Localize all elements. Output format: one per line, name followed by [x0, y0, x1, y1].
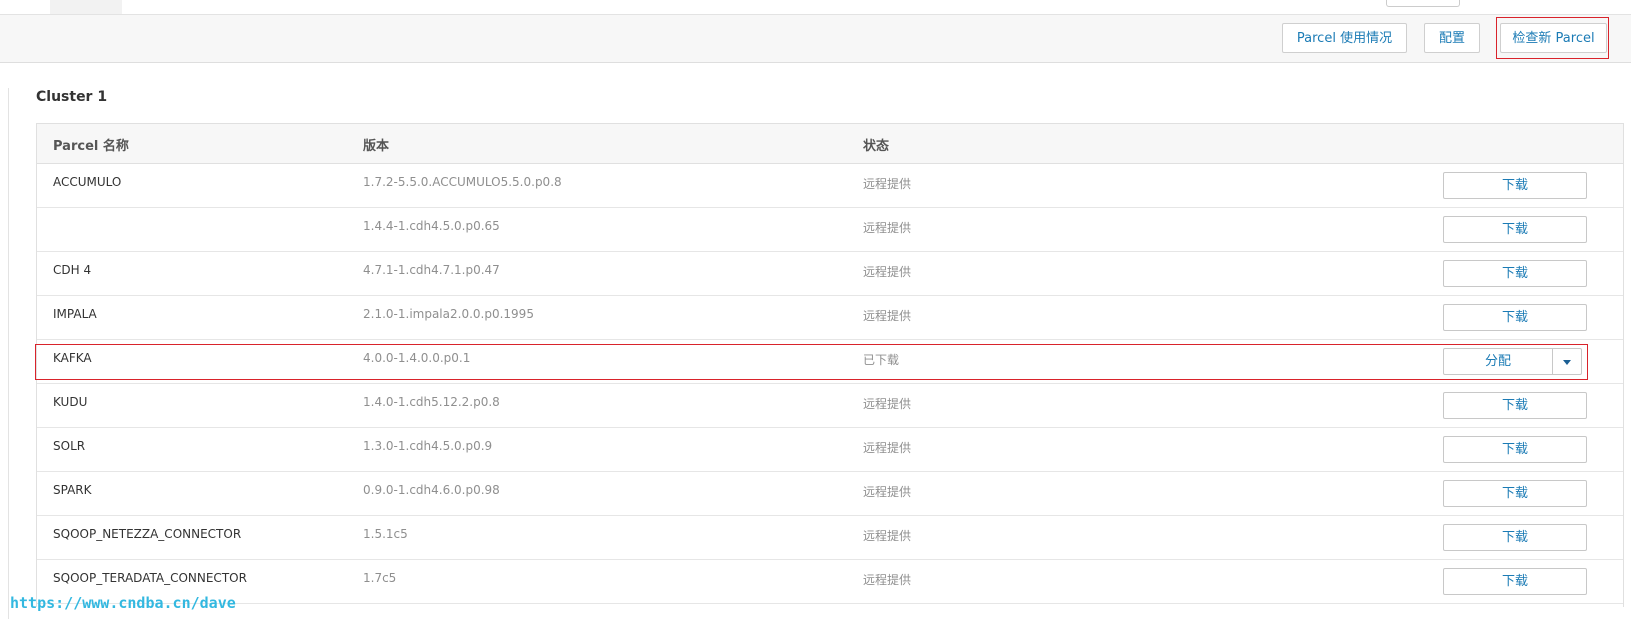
table-row: SPARK 0.9.0-1.cdh4.6.0.p0.98 远程提供 下载 — [37, 472, 1623, 516]
parcel-status: 远程提供 — [863, 221, 912, 235]
top-tab-strip — [0, 0, 1631, 15]
parcel-name: SOLR — [53, 439, 86, 453]
table-row: 1.4.4-1.cdh4.5.0.p0.65 远程提供 下载 — [37, 208, 1623, 252]
parcel-status: 远程提供 — [863, 529, 912, 543]
download-button[interactable]: 下载 — [1443, 480, 1587, 507]
parcel-version: 1.5.1c5 — [363, 527, 408, 541]
parcel-version: 0.9.0-1.cdh4.6.0.p0.98 — [363, 483, 500, 497]
download-button[interactable]: 下载 — [1443, 260, 1587, 287]
parcel-version: 1.7.2-5.5.0.ACCUMULO5.5.0.p0.8 — [363, 175, 562, 189]
parcel-version: 2.1.0-1.impala2.0.0.p0.1995 — [363, 307, 534, 321]
table-row: SOLR 1.3.0-1.cdh4.5.0.p0.9 远程提供 下载 — [37, 428, 1623, 472]
parcel-version: 4.7.1-1.cdh4.7.1.p0.47 — [363, 263, 500, 277]
table-row: SQOOP_TERADATA_CONNECTOR 1.7c5 远程提供 下载 — [37, 560, 1623, 604]
download-button[interactable]: 下载 — [1443, 436, 1587, 463]
table-row: KUDU 1.4.0-1.cdh5.12.2.p0.8 远程提供 下载 — [37, 384, 1623, 428]
parcel-name: CDH 4 — [53, 263, 92, 277]
parcel-status: 远程提供 — [863, 309, 912, 323]
parcel-name: SPARK — [53, 483, 92, 497]
table-row: SQOOP_NETEZZA_CONNECTOR 1.5.1c5 远程提供 下载 — [37, 516, 1623, 560]
table-row: ACCUMULO 1.7.2-5.5.0.ACCUMULO5.5.0.p0.8 … — [37, 164, 1623, 208]
table-row: IMPALA 2.1.0-1.impala2.0.0.p0.1995 远程提供 … — [37, 296, 1623, 340]
parcel-version: 1.4.0-1.cdh5.12.2.p0.8 — [363, 395, 500, 409]
kafka-row-highlight-box — [35, 344, 1588, 380]
header-version: 版本 — [363, 139, 390, 154]
download-button[interactable]: 下载 — [1443, 392, 1587, 419]
parcel-version: 1.3.0-1.cdh4.5.0.p0.9 — [363, 439, 493, 453]
download-button[interactable]: 下载 — [1443, 568, 1587, 595]
table-header: Parcel 名称 版本 状态 — [37, 124, 1623, 164]
parcel-name: ACCUMULO — [53, 175, 122, 189]
parcel-usage-button[interactable]: Parcel 使用情况 — [1282, 23, 1407, 53]
config-button[interactable]: 配置 — [1424, 23, 1480, 53]
parcel-status: 远程提供 — [863, 441, 912, 455]
top-right-control[interactable] — [1386, 0, 1460, 7]
active-tab[interactable] — [50, 0, 122, 14]
header-status: 状态 — [863, 139, 890, 154]
parcel-version: 1.4.4-1.cdh4.5.0.p0.65 — [363, 219, 500, 233]
parcel-status: 远程提供 — [863, 485, 912, 499]
parcel-toolbar: Parcel 使用情况 配置 检查新 Parcel — [0, 15, 1631, 63]
parcel-status: 远程提供 — [863, 397, 912, 411]
parcel-name: SQOOP_NETEZZA_CONNECTOR — [53, 527, 242, 541]
table-row: CDH 4 4.7.1-1.cdh4.7.1.p0.47 远程提供 下载 — [37, 252, 1623, 296]
download-button[interactable]: 下载 — [1443, 304, 1587, 331]
parcel-name: KUDU — [53, 395, 88, 409]
download-button[interactable]: 下载 — [1443, 524, 1587, 551]
check-parcel-highlight-box — [1496, 17, 1609, 59]
parcel-name: IMPALA — [53, 307, 97, 321]
download-button[interactable]: 下载 — [1443, 216, 1587, 243]
parcel-status: 远程提供 — [863, 265, 912, 279]
cluster-title: Cluster 1 — [36, 89, 108, 105]
parcel-version: 1.7c5 — [363, 571, 397, 585]
parcel-name: SQOOP_TERADATA_CONNECTOR — [53, 571, 247, 585]
watermark-url: https://www.cndba.cn/dave — [10, 594, 236, 612]
download-button[interactable]: 下载 — [1443, 172, 1587, 199]
parcel-status: 远程提供 — [863, 573, 912, 587]
header-parcel-name: Parcel 名称 — [53, 139, 129, 154]
parcel-status: 远程提供 — [863, 177, 912, 191]
left-panel-border — [8, 88, 9, 619]
